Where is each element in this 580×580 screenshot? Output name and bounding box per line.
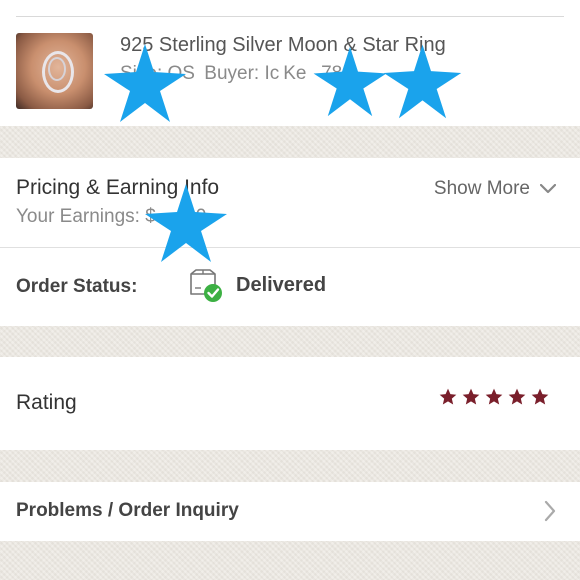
delivered-box-icon bbox=[190, 269, 222, 302]
star-icon bbox=[531, 388, 549, 405]
divider bbox=[0, 247, 580, 248]
star-icon bbox=[439, 388, 457, 405]
item-buyer[interactable]: Buyer: Ic bbox=[204, 63, 279, 84]
rating-label: Rating bbox=[16, 391, 77, 414]
star-icon bbox=[508, 388, 526, 405]
rating-stars bbox=[438, 387, 550, 407]
order-status-label: Order Status: bbox=[16, 276, 138, 297]
ring-image-shape-inner bbox=[48, 57, 66, 81]
item-buyer-tail: Ke bbox=[283, 63, 307, 84]
censor-star-icon bbox=[313, 46, 387, 117]
chevron-down-icon bbox=[540, 184, 556, 194]
problems-row[interactable]: Problems / Order Inquiry bbox=[0, 482, 580, 541]
star-icon bbox=[462, 388, 480, 405]
censor-star-icon bbox=[383, 44, 462, 119]
order-item-card: 925 Sterling Silver Moon & Star Ring Siz… bbox=[0, 0, 580, 126]
divider bbox=[16, 16, 564, 17]
censor-star-icon bbox=[145, 184, 227, 262]
order-status-value: Delivered bbox=[236, 274, 327, 296]
item-thumbnail[interactable] bbox=[16, 33, 93, 109]
chevron-right-icon bbox=[544, 500, 556, 522]
censor-star-icon bbox=[104, 44, 186, 122]
star-icon bbox=[485, 388, 503, 405]
show-more-label: Show More bbox=[433, 178, 530, 199]
rating-card: Rating bbox=[0, 357, 580, 450]
show-more-button[interactable]: Show More bbox=[434, 178, 556, 200]
problems-label: Problems / Order Inquiry bbox=[16, 500, 239, 521]
pricing-card: Pricing & Earning Info Your Earnings: $0… bbox=[0, 158, 580, 326]
earnings-label: Your Earnings: bbox=[16, 206, 140, 227]
